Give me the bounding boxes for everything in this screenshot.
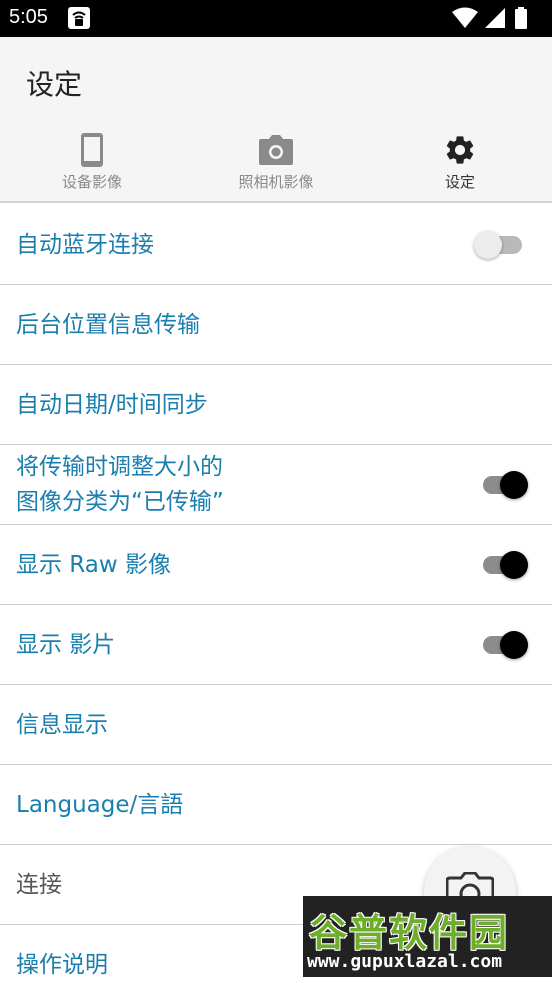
resize-transfer-toggle[interactable] bbox=[480, 471, 530, 499]
notification-icon bbox=[68, 7, 90, 29]
tab-label: 设定 bbox=[444, 173, 475, 191]
smartphone-icon bbox=[81, 133, 103, 167]
app-header: 设定 设备影像 照相机影像 设定 bbox=[0, 37, 552, 203]
setting-label: 后台位置信息传输 bbox=[16, 311, 200, 338]
setting-resize-transfer[interactable]: 将传输时调整大小的 图像分类为“已传输” bbox=[0, 445, 552, 525]
tab-camera-images[interactable]: 照相机影像 bbox=[184, 133, 368, 195]
setting-auto-bluetooth[interactable]: 自动蓝牙连接 bbox=[0, 205, 552, 285]
toggle-thumb bbox=[500, 631, 528, 659]
status-indicators bbox=[452, 7, 544, 29]
setting-label: 自动蓝牙连接 bbox=[16, 231, 154, 258]
tab-device-images[interactable]: 设备影像 bbox=[0, 133, 184, 195]
camera-icon bbox=[259, 135, 293, 165]
setting-label: 信息显示 bbox=[16, 711, 108, 738]
toggle-thumb bbox=[500, 551, 528, 579]
watermark: 谷普软件园 www.gupuxlazal.com bbox=[303, 896, 552, 977]
status-time: 5:05 bbox=[9, 6, 48, 28]
setting-label: 显示 Raw 影像 bbox=[16, 551, 172, 578]
setting-label: Language/言語 bbox=[16, 791, 184, 818]
signal-icon bbox=[485, 8, 505, 28]
setting-label: 自动日期/时间同步 bbox=[16, 391, 208, 418]
tab-settings[interactable]: 设定 bbox=[368, 133, 552, 195]
tab-label: 设备影像 bbox=[61, 173, 122, 191]
gear-icon bbox=[446, 136, 474, 164]
auto-bluetooth-toggle[interactable] bbox=[474, 231, 530, 259]
setting-language[interactable]: Language/言語 bbox=[0, 765, 552, 845]
setting-show-movie[interactable]: 显示 影片 bbox=[0, 605, 552, 685]
tab-label: 照相机影像 bbox=[238, 173, 314, 191]
show-movie-toggle[interactable] bbox=[480, 631, 530, 659]
setting-background-location[interactable]: 后台位置信息传输 bbox=[0, 285, 552, 365]
battery-icon bbox=[515, 7, 527, 29]
page-title: 设定 bbox=[26, 68, 83, 101]
toggle-thumb bbox=[474, 231, 502, 259]
watermark-title: 谷普软件园 bbox=[309, 911, 510, 955]
setting-label-line1: 将传输时调整大小的 bbox=[16, 454, 223, 480]
setting-auto-datetime[interactable]: 自动日期/时间同步 bbox=[0, 365, 552, 445]
setting-label: 将传输时调整大小的 图像分类为“已传输” bbox=[16, 445, 276, 525]
toggle-thumb bbox=[500, 471, 528, 499]
wifi-icon bbox=[452, 7, 478, 28]
setting-label-line2: 图像分类为“已传输” bbox=[16, 489, 224, 515]
setting-info-display[interactable]: 信息显示 bbox=[0, 685, 552, 765]
status-bar: 5:05 bbox=[0, 0, 552, 37]
watermark-url: www.gupuxlazal.com bbox=[307, 951, 503, 972]
setting-label: 显示 影片 bbox=[16, 631, 116, 658]
show-raw-toggle[interactable] bbox=[480, 551, 530, 579]
setting-show-raw[interactable]: 显示 Raw 影像 bbox=[0, 525, 552, 605]
